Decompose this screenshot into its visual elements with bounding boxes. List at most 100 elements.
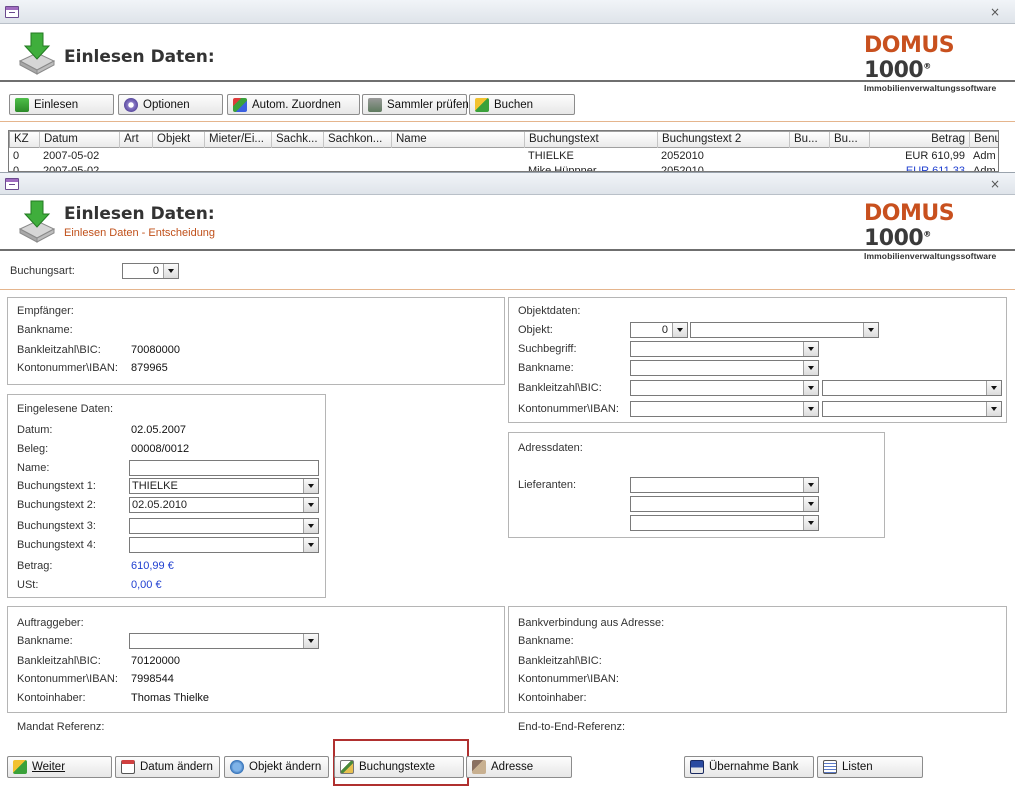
chevron-down-icon[interactable] [863, 323, 878, 337]
buchungstext1-select[interactable]: THIELKE [129, 478, 319, 494]
auftraggeber-blz-label: Bankleitzahl\BIC: [17, 655, 101, 667]
bankverbindung-blz-label: Bankleitzahl\BIC: [518, 655, 602, 667]
form-window-icon [5, 6, 19, 18]
page-title: Einlesen Daten: [64, 47, 215, 67]
chevron-down-icon[interactable] [672, 323, 687, 337]
sammler-pruefen-button[interactable]: Sammler prüfen [362, 94, 469, 115]
suchbegriff-select[interactable] [630, 341, 819, 357]
buchungstexte-button[interactable]: Buchungstexte [334, 756, 464, 778]
chevron-down-icon[interactable] [803, 478, 818, 492]
import-download-icon [18, 200, 56, 243]
chevron-down-icon[interactable] [303, 519, 318, 533]
end-to-end-referenz-label: End-to-End-Referenz: [518, 721, 625, 733]
datum-aendern-button[interactable]: Datum ändern [115, 756, 220, 778]
suchbegriff-label: Suchbegriff: [518, 343, 577, 355]
adresse-button[interactable]: Adresse [466, 756, 572, 778]
buchungstext3-select[interactable] [129, 518, 319, 534]
lieferanten-label: Lieferanten: [518, 479, 577, 491]
col-betrag[interactable]: Betrag [870, 132, 970, 148]
datum-value: 02.05.2007 [131, 424, 187, 436]
decision-window-titlebar[interactable]: × [0, 173, 1015, 195]
close-icon[interactable]: × [990, 177, 1000, 191]
chevron-down-icon[interactable] [986, 402, 1001, 416]
import-download-icon [18, 32, 56, 75]
objekt-blz-select[interactable] [630, 380, 819, 396]
close-icon[interactable]: × [990, 5, 1000, 19]
col-buchungstext2[interactable]: Buchungstext 2 [658, 132, 790, 148]
uebernahme-bank-button[interactable]: Übernahme Bank [684, 756, 814, 778]
col-name[interactable]: Name [392, 132, 525, 148]
col-buchungstext[interactable]: Buchungstext [525, 132, 658, 148]
buchungstext2-select[interactable]: 02.05.2010 [129, 497, 319, 513]
objekt-number-select[interactable]: 0 [630, 322, 688, 338]
header-divider [0, 80, 1015, 82]
header-divider [0, 249, 1015, 251]
col-objekt[interactable]: Objekt [153, 132, 205, 148]
lieferanten-select-3[interactable] [630, 515, 819, 531]
calendar-icon [121, 760, 135, 774]
chevron-down-icon[interactable] [803, 342, 818, 356]
col-datum[interactable]: Datum [40, 132, 120, 148]
chevron-down-icon[interactable] [803, 381, 818, 395]
buchungsart-select[interactable]: 0 [122, 263, 179, 279]
lieferanten-select-2[interactable] [630, 496, 819, 512]
buchen-button[interactable]: Buchen [469, 94, 575, 115]
table-row[interactable]: 0 2007-05-02 THIELKE 2052010 EUR 610,99 … [9, 149, 998, 164]
chevron-down-icon[interactable] [803, 516, 818, 530]
page-title: Einlesen Daten: [64, 204, 215, 224]
chevron-down-icon[interactable] [803, 402, 818, 416]
col-mieter[interactable]: Mieter/Ei... [205, 132, 272, 148]
name-label: Name: [17, 462, 50, 474]
autom-zuordnen-button[interactable]: Autom. Zuordnen [227, 94, 360, 115]
list-document-icon [823, 760, 837, 774]
chevron-down-icon[interactable] [986, 381, 1001, 395]
page-subtitle: Einlesen Daten - Entscheidung [64, 227, 216, 239]
col-sachkonto[interactable]: Sachkon... [324, 132, 392, 148]
col-benutzer[interactable]: Benu [970, 132, 998, 148]
listen-button[interactable]: Listen [817, 756, 923, 778]
table-row[interactable]: 0 2007-05-02 Mike Hüppner 2052010 EUR 61… [9, 164, 998, 171]
ust-value: 0,00 € [131, 579, 162, 591]
optionen-button[interactable]: Optionen [118, 94, 223, 115]
ust-label: USt: [17, 579, 39, 591]
buchungstext1-label: Buchungstext 1: [17, 480, 96, 492]
lieferanten-select-1[interactable] [630, 477, 819, 493]
chevron-down-icon[interactable] [303, 538, 318, 552]
name-field[interactable] [129, 460, 319, 476]
auftraggeber-bankname-label: Bankname: [17, 635, 73, 647]
back-window-titlebar[interactable]: × [0, 0, 1015, 24]
buchungstext4-select[interactable] [129, 537, 319, 553]
objekt-iban-select[interactable] [822, 401, 1002, 417]
col-sachkonto-short[interactable]: Sachk... [272, 132, 324, 148]
empfaenger-blz-label: Bankleitzahl\BIC: [17, 344, 101, 356]
chevron-down-icon[interactable] [303, 634, 318, 648]
col-art[interactable]: Art [120, 132, 153, 148]
mandat-referenz-label: Mandat Referenz: [17, 721, 105, 733]
weiter-button[interactable]: Weiter [7, 756, 112, 778]
col-bu-1[interactable]: Bu... [790, 132, 830, 148]
address-book-icon [472, 760, 486, 774]
col-kz[interactable]: KZ [10, 132, 40, 148]
auftraggeber-heading: Auftraggeber: [17, 617, 84, 629]
objekt-bic-select[interactable] [822, 380, 1002, 396]
grid-header: KZ Datum Art Objekt Mieter/Ei... Sachk..… [9, 131, 998, 148]
chevron-down-icon[interactable] [303, 498, 318, 512]
chevron-down-icon[interactable] [303, 479, 318, 493]
empfaenger-konto-value: 879965 [131, 362, 168, 374]
bankverbindung-bankname-label: Bankname: [518, 635, 574, 647]
empfaenger-blz-value: 70080000 [131, 344, 180, 356]
objekt-name-select[interactable] [690, 322, 879, 338]
domus-logo: DOMUS 1000® Immobilienverwaltungssoftwar… [864, 33, 997, 93]
col-bu-2[interactable]: Bu... [830, 132, 870, 148]
booking-grid[interactable]: KZ Datum Art Objekt Mieter/Ei... Sachk..… [8, 130, 999, 172]
buchungstext3-label: Buchungstext 3: [17, 520, 96, 532]
chevron-down-icon[interactable] [803, 361, 818, 375]
auftraggeber-bankname-select[interactable] [129, 633, 319, 649]
einlesen-button[interactable]: Einlesen [9, 94, 114, 115]
chevron-down-icon[interactable] [803, 497, 818, 511]
empfaenger-konto-label: Kontonummer\IBAN: [17, 362, 118, 374]
objekt-bankname-select[interactable] [630, 360, 819, 376]
objekt-aendern-button[interactable]: Objekt ändern [224, 756, 329, 778]
objekt-konto-select[interactable] [630, 401, 819, 417]
chevron-down-icon[interactable] [163, 264, 178, 278]
